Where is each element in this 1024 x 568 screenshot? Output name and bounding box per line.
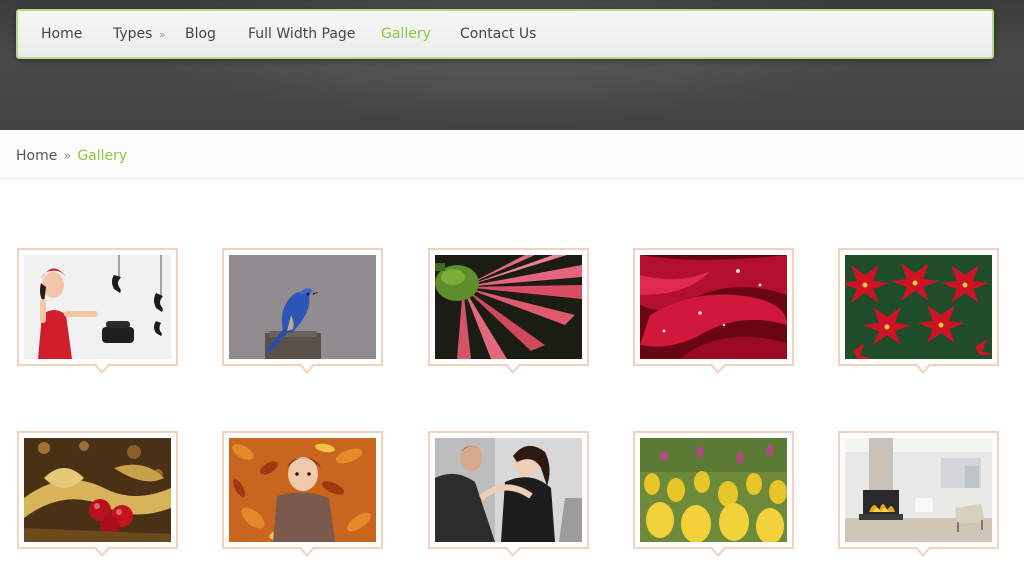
breadcrumb: Home » Gallery — [16, 130, 127, 178]
gallery-thumbnail-poinsettias[interactable] — [838, 248, 999, 374]
gallery-thumbnail-christmas-ornaments[interactable] — [17, 431, 178, 557]
gallery-image — [24, 255, 171, 359]
nav-item-contact-us[interactable]: Contact Us — [460, 11, 536, 57]
breadcrumb-bar: Home » Gallery — [0, 130, 1024, 179]
gallery-image — [640, 438, 787, 542]
gallery-image — [229, 438, 376, 542]
gallery-image — [640, 255, 787, 359]
gallery-thumbnail-gerbera[interactable] — [428, 248, 589, 374]
nav-item-types[interactable]: Types — [113, 11, 152, 57]
nav-item-blog[interactable]: Blog — [185, 11, 216, 57]
gallery-image — [845, 438, 992, 542]
gallery-grid — [0, 178, 1024, 568]
nav-item-gallery[interactable]: Gallery — [381, 11, 431, 57]
gallery-thumbnail-tulips[interactable] — [633, 431, 794, 557]
nav-item-full-width-page[interactable]: Full Width Page — [248, 11, 355, 57]
submenu-arrow-icon: » — [159, 28, 166, 41]
site-header: Home Types » Blog Full Width Page Galler… — [0, 0, 1024, 130]
gallery-thumbnail-couple[interactable] — [428, 431, 589, 557]
gallery-thumbnail-child-autumn-leaves[interactable] — [222, 431, 383, 557]
breadcrumb-separator: » — [63, 149, 72, 164]
nav-item-home[interactable]: Home — [41, 11, 82, 57]
main-nav: Home Types » Blog Full Width Page Galler… — [16, 9, 994, 59]
gallery-image — [845, 255, 992, 359]
gallery-image — [229, 255, 376, 359]
gallery-thumbnail-red-rose[interactable] — [633, 248, 794, 374]
gallery-thumbnail-bluebird[interactable] — [222, 248, 383, 374]
gallery-image — [24, 438, 171, 542]
gallery-image — [435, 255, 582, 359]
gallery-thumbnail-woman-telephones[interactable] — [17, 248, 178, 374]
gallery-image — [435, 438, 582, 542]
breadcrumb-current: Gallery — [77, 148, 128, 164]
gallery-thumbnail-living-room[interactable] — [838, 431, 999, 557]
breadcrumb-home-link[interactable]: Home — [16, 148, 57, 164]
